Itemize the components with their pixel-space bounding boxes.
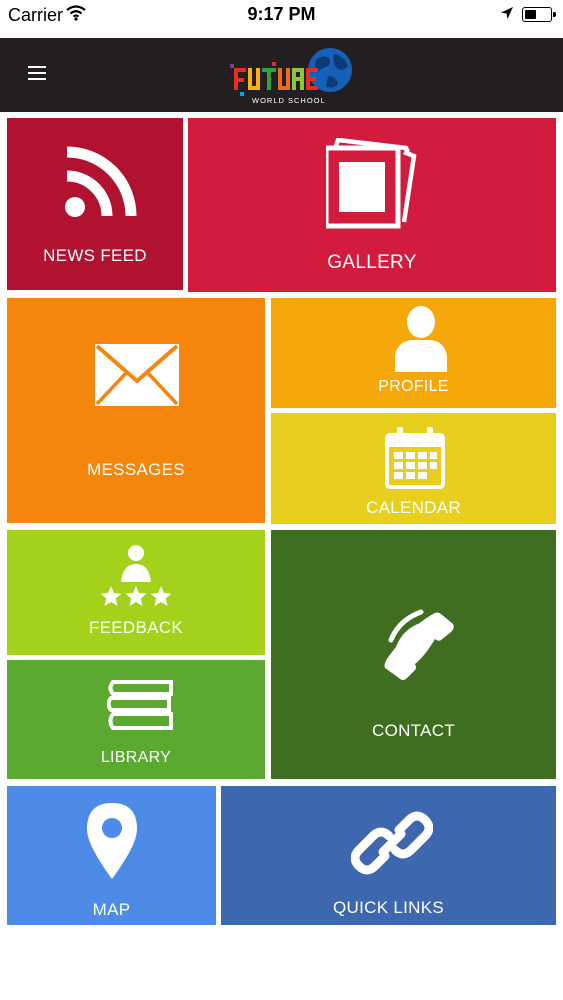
messages-label: MESSAGES — [87, 460, 185, 479]
location-arrow-icon — [500, 6, 514, 25]
battery-icon — [522, 7, 556, 22]
quick-links-tile[interactable]: QUICK LINKS — [221, 786, 556, 925]
gallery-icon — [326, 138, 417, 229]
map-pin-icon — [87, 803, 137, 879]
profile-label: PROFILE — [378, 378, 449, 395]
status-bar: Carrier 9:17 PM — [0, 0, 563, 38]
quick-links-label: QUICK LINKS — [333, 898, 444, 917]
user-icon — [395, 306, 447, 372]
hamburger-menu-icon[interactable] — [28, 66, 52, 86]
profile-tile[interactable]: PROFILE — [271, 298, 556, 408]
map-tile[interactable]: MAP — [7, 786, 216, 925]
phone-icon — [384, 609, 454, 680]
calendar-tile[interactable]: CALENDAR — [271, 413, 556, 524]
contact-tile[interactable]: CONTACT — [271, 530, 556, 779]
news-feed-tile[interactable]: NEWS FEED — [7, 118, 183, 290]
gallery-label: GALLERY — [327, 252, 417, 273]
library-tile[interactable]: LIBRARY — [7, 660, 265, 779]
rss-icon — [65, 146, 137, 217]
contact-label: CONTACT — [372, 721, 455, 740]
feedback-stars-icon — [100, 545, 172, 606]
books-icon — [107, 680, 173, 730]
app-header: WORLD SCHOOL — [0, 38, 563, 112]
clock: 9:17 PM — [247, 4, 316, 24]
feedback-tile[interactable]: FEEDBACK — [7, 530, 265, 655]
link-icon — [351, 811, 433, 875]
messages-tile[interactable]: MESSAGES — [7, 298, 265, 523]
library-label: LIBRARY — [100, 749, 172, 766]
calendar-label: CALENDAR — [366, 498, 461, 517]
news-feed-label: NEWS FEED — [43, 246, 147, 265]
school-logo: WORLD SCHOOL — [228, 42, 360, 108]
feedback-label: FEEDBACK — [88, 618, 184, 637]
logo-subtext: WORLD SCHOOL — [252, 96, 326, 105]
gallery-tile[interactable]: GALLERY — [188, 118, 556, 292]
envelope-icon — [95, 344, 179, 406]
calendar-icon — [385, 427, 445, 489]
map-label: MAP — [92, 900, 131, 919]
